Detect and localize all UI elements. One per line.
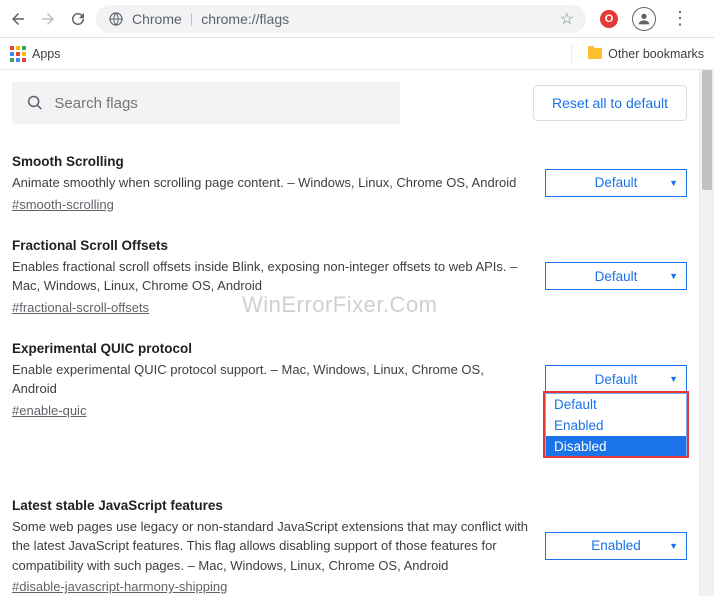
search-row: Reset all to default xyxy=(0,70,699,136)
flag-description: Enables fractional scroll offsets inside… xyxy=(12,257,529,296)
reload-button[interactable] xyxy=(68,9,88,29)
flag-anchor-link[interactable]: #disable-javascript-harmony-shipping xyxy=(12,579,227,594)
flag-item: Experimental QUIC protocol Enable experi… xyxy=(12,323,687,426)
back-button[interactable] xyxy=(8,9,28,29)
flag-title: Experimental QUIC protocol xyxy=(12,341,529,356)
omnibox-separator: | xyxy=(190,11,193,26)
address-bar[interactable]: Chrome | ☆ xyxy=(96,5,586,33)
profile-avatar[interactable] xyxy=(632,7,656,31)
extension-badge-icon[interactable]: O xyxy=(600,10,618,28)
flag-text: Latest stable JavaScript features Some w… xyxy=(12,498,529,595)
flags-list: Smooth Scrolling Animate smoothly when s… xyxy=(0,136,699,596)
flag-anchor-link[interactable]: #enable-quic xyxy=(12,403,86,418)
flag-anchor-link[interactable]: #fractional-scroll-offsets xyxy=(12,300,149,315)
dropdown-option[interactable]: Default xyxy=(546,394,686,415)
bookmark-star-icon[interactable]: ☆ xyxy=(560,9,574,29)
browser-toolbar: Chrome | ☆ O ⋮ xyxy=(0,0,714,38)
flag-select-dropdown: Default Enabled Disabled xyxy=(545,393,687,458)
flag-item: Smooth Scrolling Animate smoothly when s… xyxy=(12,136,687,220)
flag-title: Smooth Scrolling xyxy=(12,154,529,169)
other-bookmarks[interactable]: Other bookmarks xyxy=(561,44,704,64)
dropdown-option[interactable]: Enabled xyxy=(546,415,686,436)
search-box[interactable] xyxy=(12,82,400,124)
flag-text: Smooth Scrolling Animate smoothly when s… xyxy=(12,154,529,212)
flag-text: Fractional Scroll Offsets Enables fracti… xyxy=(12,238,529,315)
search-input[interactable] xyxy=(54,95,386,112)
other-bookmarks-label: Other bookmarks xyxy=(608,47,704,61)
folder-icon xyxy=(588,48,602,59)
flag-text: Experimental QUIC protocol Enable experi… xyxy=(12,341,529,418)
flag-item: Fractional Scroll Offsets Enables fracti… xyxy=(12,220,687,323)
menu-button[interactable]: ⋮ xyxy=(670,9,690,29)
bookmark-separator xyxy=(571,44,572,64)
omnibox-app-label: Chrome xyxy=(132,11,182,27)
flag-select[interactable]: Enabled xyxy=(545,532,687,560)
dropdown-option-selected[interactable]: Disabled xyxy=(546,436,686,457)
flag-anchor-link[interactable]: #smooth-scrolling xyxy=(12,197,114,212)
globe-icon xyxy=(108,11,124,27)
flag-select[interactable]: Default xyxy=(545,262,687,290)
forward-button[interactable] xyxy=(38,9,58,29)
scrollbar[interactable] xyxy=(699,70,714,596)
scrollbar-thumb[interactable] xyxy=(702,70,712,190)
flag-title: Fractional Scroll Offsets xyxy=(12,238,529,253)
reset-all-button[interactable]: Reset all to default xyxy=(533,85,687,121)
apps-label[interactable]: Apps xyxy=(32,47,61,61)
toolbar-right: O ⋮ xyxy=(600,7,690,31)
flag-select[interactable]: Default xyxy=(545,365,687,393)
flags-content: Reset all to default Smooth Scrolling An… xyxy=(0,70,699,596)
flag-description: Enable experimental QUIC protocol suppor… xyxy=(12,360,529,399)
flag-title: Latest stable JavaScript features xyxy=(12,498,529,513)
flag-item: Latest stable JavaScript features Some w… xyxy=(12,480,687,596)
bookmarks-bar: Apps Other bookmarks xyxy=(0,38,714,70)
search-icon xyxy=(26,93,44,113)
flag-description: Animate smoothly when scrolling page con… xyxy=(12,173,529,193)
flag-description: Some web pages use legacy or non-standar… xyxy=(12,517,529,576)
omnibox-input[interactable] xyxy=(201,11,551,27)
nav-buttons xyxy=(8,9,88,29)
apps-icon[interactable] xyxy=(10,46,26,62)
flag-select[interactable]: Default xyxy=(545,169,687,197)
